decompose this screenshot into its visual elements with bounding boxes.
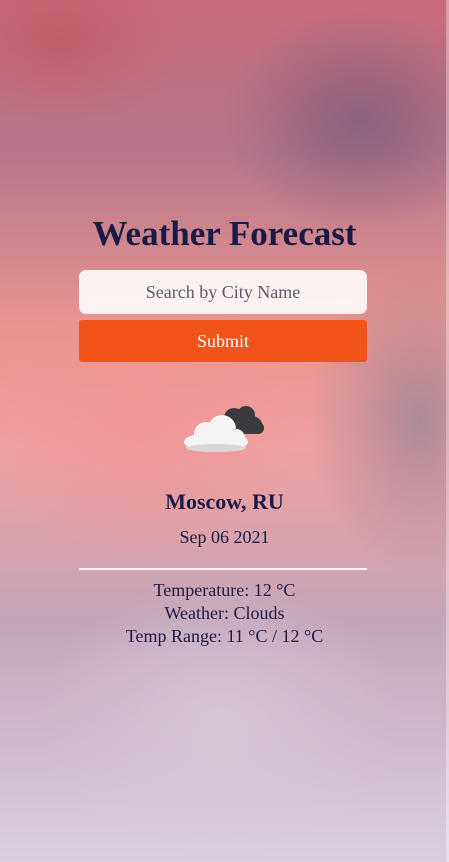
location-name: Moscow, RU [165,489,284,514]
weather-details: Temperature: 12 °C Weather: Clouds Temp … [0,579,449,648]
page-title: Weather Forecast [92,214,357,253]
temperature-text: Temperature: 12 °C [153,580,296,600]
city-search-input[interactable] [79,270,367,314]
temp-range-text: Temp Range: 11 °C / 12 °C [125,626,324,646]
divider [79,568,367,570]
clouds-icon [184,406,264,452]
submit-button[interactable]: Submit [79,320,367,362]
weather-condition-text: Weather: Clouds [164,603,285,623]
forecast-date: Sep 06 2021 [179,527,270,547]
